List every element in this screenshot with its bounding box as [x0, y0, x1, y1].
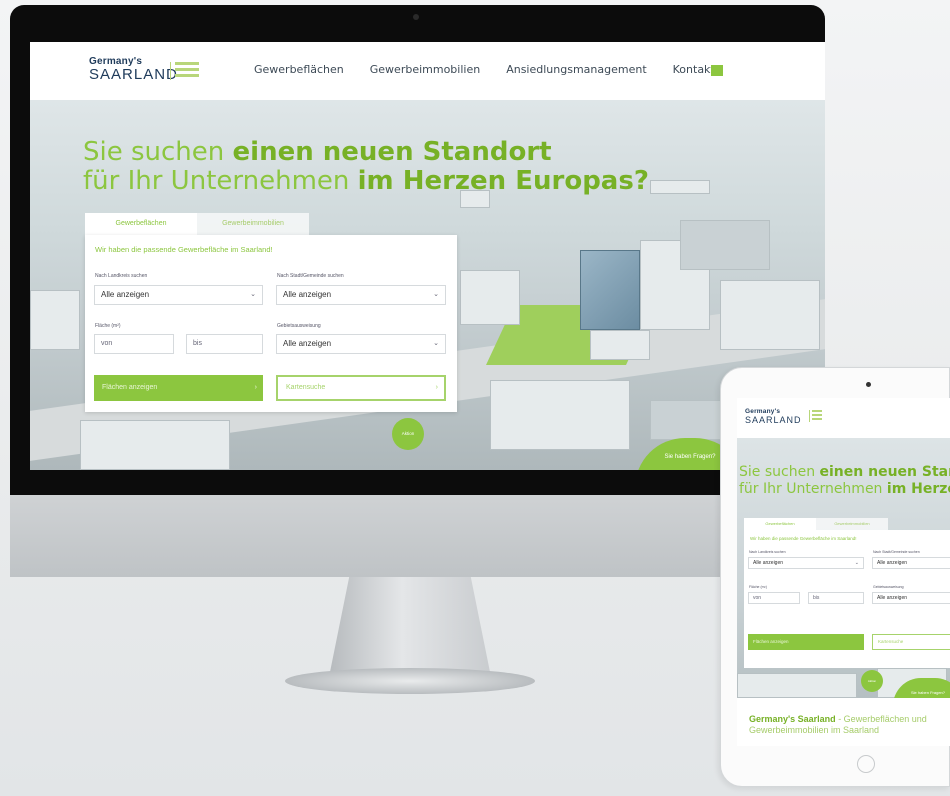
gemeinde-select-value: Alle anzeigen	[877, 560, 908, 566]
headline-part-bold: einen neuen Standort	[819, 464, 950, 480]
flaeche-von-input[interactable]: von	[748, 592, 800, 604]
building-graphic	[590, 330, 650, 360]
imac-foot	[285, 668, 535, 694]
gemeinde-select-value: Alle anzeigen	[283, 290, 332, 299]
map-search-button[interactable]: Kartensuche	[872, 634, 950, 650]
camera-icon	[866, 382, 871, 387]
map-search-label: Kartensuche	[286, 384, 326, 391]
gebiet-select-value: Alle anzeigen	[283, 339, 332, 348]
intro-text-bold: Germany's Saarland	[749, 714, 836, 724]
gemeinde-select[interactable]: Alle anzeigen ⌄	[276, 285, 446, 305]
building-graphic	[80, 420, 230, 470]
tablet-headline: Sie suchen einen neuen Standort für Ihr …	[739, 464, 950, 498]
ipad-device: Germany's SAARLAND Sie suchen einen neue…	[720, 367, 950, 787]
tablet-search-tabs: Gewerbeflächen Gewerbeimmobilien	[744, 518, 888, 530]
landkreis-select-value: Alle anzeigen	[101, 290, 150, 299]
gemeinde-select[interactable]: Alle anzeigen	[872, 557, 950, 569]
nav-ansiedlungsmanagement[interactable]: Ansiedlungsmanagement	[506, 63, 646, 76]
show-areas-button[interactable]: Flächen anzeigen	[748, 634, 864, 650]
building-graphic	[720, 280, 820, 350]
hero-headline: Sie suchen einen neuen Standort für Ihr …	[83, 138, 649, 196]
headline-part-bold: einen neuen Standort	[232, 137, 552, 167]
building-graphic	[460, 270, 520, 325]
headline-part: Sie suchen	[83, 137, 233, 167]
building-graphic	[650, 180, 710, 194]
chevron-down-icon: ⌄	[433, 291, 439, 298]
flaeche-von-input[interactable]: von	[94, 334, 174, 354]
tab-gewerbeimmobilien[interactable]: Gewerbeimmobilien	[816, 518, 888, 530]
label-landkreis: Nach Landkreis suchen	[95, 273, 148, 279]
nav-gewerbeimmobilien[interactable]: Gewerbeimmobilien	[370, 63, 480, 76]
main-nav: Gewerbeflächen Gewerbeimmobilien Ansiedl…	[254, 63, 715, 76]
tab-gewerbeimmobilien[interactable]: Gewerbeimmobilien	[197, 213, 309, 235]
landkreis-select[interactable]: Alle anzeigen ⌄	[748, 557, 864, 569]
aktion-badge[interactable]: Aktion	[861, 670, 883, 692]
building-graphic	[680, 220, 770, 270]
show-areas-button[interactable]: Flächen anzeigen ›	[94, 375, 263, 401]
nav-kontakt[interactable]: Kontakt	[673, 63, 715, 76]
tab-gewerbeflaechen[interactable]: Gewerbeflächen	[85, 213, 197, 235]
logo-top-text: Germany's	[745, 408, 781, 415]
headline-part: für Ihr Unternehmen	[83, 166, 358, 196]
hero-section: Sie suchen einen neuen Standort für Ihr …	[30, 100, 825, 470]
gebiet-select[interactable]: Alle anzeigen ⌄	[276, 334, 446, 354]
camera-icon	[413, 14, 419, 20]
chevron-down-icon: ⌄	[250, 291, 256, 298]
headline-part: Sie suchen	[739, 464, 820, 480]
label-gemeinde: Nach Stadt/Gemeinde suchen	[277, 273, 344, 279]
landkreis-select-value: Alle anzeigen	[753, 560, 784, 566]
site-header: Germany's SAARLAND Gewerbeflächen Gewerb…	[30, 42, 825, 100]
flaeche-bis-input[interactable]: bis	[808, 592, 864, 604]
chevron-right-icon: ›	[435, 384, 438, 391]
search-form: Wir haben die passende Gewerbefläche im …	[85, 235, 457, 412]
tab-gewerbeflaechen[interactable]: Gewerbeflächen	[744, 518, 816, 530]
site-logo[interactable]: Germany's SAARLAND	[89, 56, 178, 83]
aktion-badge[interactable]: Aktion	[392, 418, 424, 450]
building-graphic	[737, 673, 857, 698]
headline-part: für Ihr Unternehmen	[739, 481, 887, 497]
logo-main-text: SAARLAND	[745, 415, 802, 425]
landkreis-select[interactable]: Alle anzeigen ⌄	[94, 285, 263, 305]
headline-part-bold: im Herzen Europas?	[357, 166, 649, 196]
flaeche-bis-input[interactable]: bis	[186, 334, 263, 354]
menu-icon[interactable]	[711, 65, 723, 76]
chevron-right-icon: ›	[254, 384, 257, 391]
label-landkreis: Nach Landkreis suchen	[749, 550, 786, 554]
label-flaeche: Fläche (m²)	[95, 323, 121, 329]
tablet-intro-text: Germany's Saarland - Gewerbeflächen und …	[749, 714, 949, 736]
tablet-logo[interactable]: Germany's SAARLAND	[745, 408, 802, 425]
logo-tagline-mark	[170, 62, 200, 80]
label-gemeinde: Nach Stadt/Gemeinde suchen	[873, 550, 920, 554]
label-gebiet: Gebietsausweisung	[873, 585, 904, 589]
desktop-screen: Germany's SAARLAND Gewerbeflächen Gewerb…	[30, 42, 825, 470]
chevron-down-icon: ⌄	[854, 560, 859, 566]
gebiet-select-value: Alle anzeigen	[877, 595, 908, 601]
tablet-search-form: Wir haben die passende Gewerbefläche im …	[744, 530, 950, 668]
building-graphic	[490, 380, 630, 450]
tablet-screen: Germany's SAARLAND Sie suchen einen neue…	[737, 398, 950, 746]
imac-chin	[10, 495, 825, 577]
map-search-button[interactable]: Kartensuche ›	[276, 375, 446, 401]
label-gebiet: Gebietsausweisung	[277, 323, 321, 329]
logo-tagline-mark	[809, 410, 823, 422]
logo-main-text: SAARLAND	[89, 66, 178, 83]
imac-stand	[330, 577, 490, 672]
home-button	[857, 755, 875, 773]
show-areas-label: Flächen anzeigen	[102, 384, 158, 391]
search-form-title: Wir haben die passende Gewerbefläche im …	[95, 245, 273, 254]
nav-gewerbeflaechen[interactable]: Gewerbeflächen	[254, 63, 344, 76]
chevron-down-icon: ⌄	[433, 340, 439, 347]
label-flaeche: Fläche (m²)	[749, 585, 767, 589]
headline-part-bold: im Herzen Europas?	[886, 481, 950, 497]
building-graphic	[580, 250, 640, 330]
search-tabs: Gewerbeflächen Gewerbeimmobilien	[85, 213, 309, 235]
tablet-hero: Sie suchen einen neuen Standort für Ihr …	[737, 438, 950, 698]
gebiet-select[interactable]: Alle anzeigen	[872, 592, 950, 604]
building-graphic	[30, 290, 80, 350]
search-form-title: Wir haben die passende Gewerbefläche im …	[750, 536, 857, 541]
